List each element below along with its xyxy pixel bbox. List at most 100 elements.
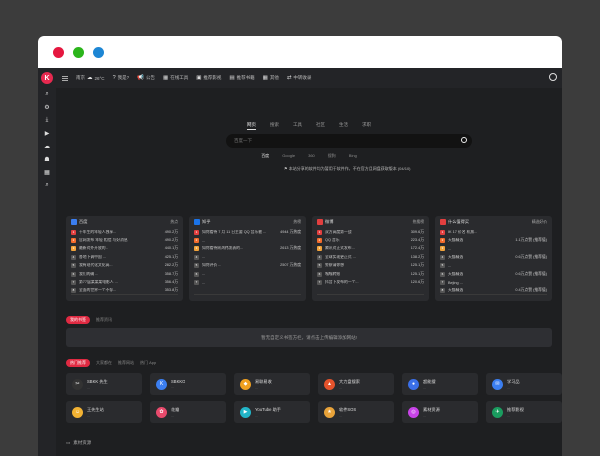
search-icon[interactable] — [461, 137, 467, 143]
close-button[interactable] — [53, 46, 64, 58]
list-item-value: 223.4万 — [410, 238, 424, 243]
list-item[interactable]: 2... — [194, 236, 301, 244]
app-card[interactable]: K SBKKO... — [150, 373, 226, 395]
app-tab-2[interactable]: 推荐网站 — [118, 360, 134, 366]
list-item-value: 2507 万热度 — [280, 263, 301, 268]
site-logo[interactable]: K — [41, 72, 53, 84]
rank-badge: 7 — [194, 280, 199, 286]
search-icon[interactable]: ⌕ — [38, 88, 56, 101]
card-title[interactable]: 知乎 — [194, 219, 210, 225]
list-item[interactable]: 7 Bejing ... — [440, 278, 547, 286]
list-item[interactable]: 3 腾讯对正式发布... 172.4万 — [317, 245, 424, 253]
bookmark-banner[interactable]: 暂无自定义书签方栏，请点击上传编辑添加网站! — [66, 328, 552, 347]
list-item-text: 如何评价 ... — [202, 263, 222, 268]
card-subtitle[interactable]: 热榜 — [293, 220, 301, 225]
weather-widget[interactable]: 南京 ☁ 26°C — [76, 75, 105, 81]
list-item-value: 358.7万 — [164, 271, 178, 276]
card-title[interactable]: 微博 — [317, 219, 333, 225]
video-icon[interactable]: ▶ — [38, 127, 56, 140]
robot-icon[interactable]: ☗ — [38, 153, 56, 166]
mid-tab-1[interactable]: 推荐资讯 — [96, 317, 112, 323]
list-item[interactable]: 3... — [440, 245, 547, 253]
notice-bar[interactable]: ⚑ 本站分享的软件均为暂用于软件作，不在官方且网盘获取版本 (04/10) — [284, 166, 444, 172]
list-item[interactable]: 5 我有现代化文化高... 282.2万 — [71, 262, 178, 270]
menu-icon[interactable] — [62, 75, 68, 81]
list-item[interactable]: 2 QQ 音乐 223.4万 — [317, 236, 424, 244]
tab-1[interactable]: 搜索 — [270, 122, 279, 130]
list-item[interactable]: 5... — [440, 262, 547, 270]
app-tab-3[interactable]: 热门 App — [140, 360, 156, 366]
card-title[interactable]: 什么值得买 — [440, 219, 469, 225]
settings-icon[interactable]: ⚙ — [38, 101, 56, 114]
nav-item-3[interactable]: ▣ 推荐影视 — [196, 75, 221, 81]
app-card[interactable]: ▶ YouTube 助手... — [234, 401, 310, 423]
engine-3[interactable]: 搜狗 — [328, 153, 336, 159]
app-card[interactable]: ● 超能搜... — [402, 373, 478, 395]
list-item[interactable]: 7 第77届某某某电影人 ... 356.4万 — [71, 278, 178, 286]
nav-item-0[interactable]: ? 我是? — [113, 75, 130, 81]
engine-4[interactable]: Bing — [349, 153, 357, 159]
list-item[interactable]: 4 各地下调中国 ... 425.1万 — [71, 253, 178, 261]
list-item[interactable]: 2 官网发布 年轻 相信 与好消息 490.2万 — [71, 236, 178, 244]
list-item[interactable]: 2 天猫精选 1.1万点赞 (推荐值) — [440, 236, 547, 244]
tab-5[interactable]: 求职 — [362, 122, 371, 130]
card-subtitle[interactable]: 精选好价 — [532, 220, 547, 225]
cloud-icon[interactable]: ☁ — [38, 140, 56, 153]
app-card[interactable]: ★ 软件SOS... — [318, 401, 394, 423]
engine-0[interactable]: 百度 — [261, 153, 269, 159]
list-item[interactable]: 4... — [194, 253, 301, 261]
mid-tab-0[interactable]: 我的书签 — [66, 316, 90, 324]
list-item[interactable]: 5 如何评价 ... 2507 万热度 — [194, 262, 301, 270]
app-card[interactable]: ◎ 素材资源... — [402, 401, 478, 423]
app-text: SBKKO... — [171, 379, 185, 389]
list-item[interactable]: 1 十年生的年轻人独享... 490.2万 — [71, 228, 178, 236]
list-item[interactable]: 7... — [194, 278, 301, 286]
list-item[interactable]: 7 抖音下发布的一个... 120.6万 — [317, 278, 424, 286]
tab-2[interactable]: 工具 — [293, 122, 302, 130]
list-item[interactable]: 6 嘎嘎转账 125.1万 — [317, 270, 424, 278]
list-item[interactable]: 3 如何看待周鸿祎发表的... 2613 万热度 — [194, 245, 301, 253]
nav-item-5[interactable]: ▦ 其他 — [263, 75, 279, 81]
minimize-button[interactable] — [73, 46, 84, 58]
app-card[interactable]: ◆ 易联易收... — [234, 373, 310, 395]
card-title[interactable]: 百度 — [71, 219, 87, 225]
engine-1[interactable]: Google — [282, 153, 295, 159]
list-item[interactable]: 6 天猫精选 0.6万点赞 (推荐值) — [440, 270, 547, 278]
list-item[interactable]: 1 IK 17 价名 机票... — [440, 228, 547, 236]
list-item[interactable]: 3 最新对外开放的.. 440.1万 — [71, 245, 178, 253]
app-tab-0[interactable]: 热门推荐 — [66, 359, 90, 367]
card-subtitle[interactable]: 热点 — [170, 220, 178, 225]
maximize-button[interactable] — [93, 46, 104, 58]
search-icon[interactable] — [549, 73, 557, 81]
app-card[interactable]: ✂ SBKK 先生... — [66, 373, 142, 395]
grid-icon[interactable]: ▦ — [38, 166, 56, 179]
app-text: 花瓣... — [171, 407, 179, 418]
tab-3[interactable]: 社区 — [316, 122, 325, 130]
app-card[interactable]: ✿ 花瓣... — [150, 401, 226, 423]
list-item[interactable]: 5 警察请你想 125.1万 — [317, 262, 424, 270]
list-item[interactable]: 6 我们的确 ... 358.7万 — [71, 270, 178, 278]
app-card[interactable]: ✉ 学习品... — [486, 373, 562, 395]
search-doc-icon[interactable]: ⌕ — [38, 179, 56, 192]
nav-item-4[interactable]: ▤ 推荐书籍 — [229, 75, 254, 81]
nav-item-2[interactable]: ▦ 在线工具 — [163, 75, 188, 81]
download-icon[interactable]: ⤓ — [38, 114, 56, 127]
app-card[interactable]: ✈ 推荐影视... — [486, 401, 562, 423]
app-card[interactable]: ☺ 王先生站... — [66, 401, 142, 423]
list-item[interactable]: 1 双方高度第一战 309.6万 — [317, 228, 424, 236]
nav-item-1[interactable]: 📢 公告 — [137, 75, 155, 81]
nav-item-6[interactable]: ⇄ 中转收录 — [287, 75, 312, 81]
engine-2[interactable]: 360 — [308, 153, 315, 159]
app-tab-1[interactable]: 大家都在 — [96, 360, 112, 366]
list-item-text: 天猫精选 — [448, 238, 464, 243]
list-item[interactable]: 6... — [194, 270, 301, 278]
list-item[interactable]: 4 天猫精选 0.6万点赞 (推荐值) — [440, 253, 547, 261]
app-card[interactable]: ▲ 大力盘搜索... — [318, 373, 394, 395]
search-input[interactable]: 百度一下 — [226, 134, 472, 148]
card-subtitle[interactable]: 热搜榜 — [413, 220, 424, 225]
list-item[interactable]: 1 如何看待 7 月 11 日主要 QQ 音乐被 ... 4944 万热度 — [194, 228, 301, 236]
tab-4[interactable]: 生活 — [339, 122, 348, 130]
list-item[interactable]: 4 全球实现更正式 ... 138.2万 — [317, 253, 424, 261]
tab-0[interactable]: 网页 — [247, 122, 256, 130]
card-name: 百度 — [79, 219, 88, 224]
